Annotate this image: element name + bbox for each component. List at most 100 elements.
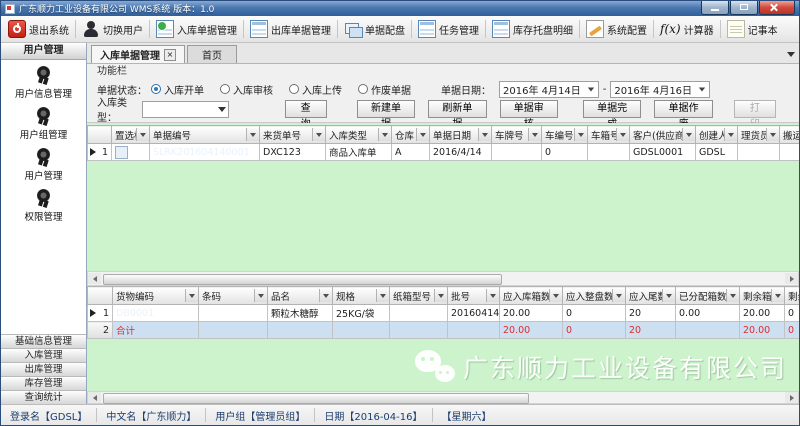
cell-container-no[interactable] xyxy=(588,144,630,161)
cell-porter[interactable] xyxy=(780,144,800,161)
cell-carton-model[interactable] xyxy=(390,305,448,322)
filter-dropdown-icon[interactable] xyxy=(486,289,499,302)
cell-boxes-in[interactable]: 20.00 xyxy=(500,305,563,322)
filter-dropdown-icon[interactable] xyxy=(771,289,784,302)
system-config-button[interactable]: 系统配置 xyxy=(581,17,652,41)
inventory-pallet-detail-button[interactable]: 库存托盘明细 xyxy=(487,17,578,41)
checkbox-icon[interactable] xyxy=(115,146,128,159)
col-remain-boxes[interactable]: 剩余箱数 xyxy=(740,287,785,305)
col-goods-code[interactable]: 货物编码 xyxy=(113,287,199,305)
col-doc-date[interactable]: 单据日期 xyxy=(430,126,492,144)
scroll-right-icon[interactable] xyxy=(785,273,798,284)
col-barcode[interactable]: 条码 xyxy=(199,287,268,305)
scroll-right-icon[interactable] xyxy=(785,392,798,403)
cell-remain-pallets[interactable]: 0 xyxy=(785,305,800,322)
col-remain-pallets[interactable]: 剩余整盘数 xyxy=(785,287,800,305)
tab-home[interactable]: 首页 xyxy=(187,45,237,63)
sidebar-section-inbound[interactable]: 入库管理 xyxy=(1,348,86,362)
col-tallyman[interactable]: 理货员 xyxy=(738,126,780,144)
cell-remain-boxes[interactable]: 20.00 xyxy=(740,305,785,322)
radio-inbound-create[interactable]: 入库开单 xyxy=(151,82,204,97)
minimize-button[interactable] xyxy=(701,1,729,15)
scrollbar-thumb[interactable] xyxy=(103,393,529,404)
cell-total-full-pallets[interactable]: 0 xyxy=(563,322,626,339)
sidebar-item-user-admin[interactable]: 用户管理 xyxy=(1,148,86,182)
col-batch-no[interactable]: 批号 xyxy=(448,287,500,305)
col-container-no[interactable]: 车箱号 xyxy=(588,126,630,144)
cell-barcode[interactable] xyxy=(199,305,268,322)
calculator-button[interactable]: f(x) 计算器 xyxy=(655,17,719,41)
col-product-name[interactable]: 品名 xyxy=(268,287,333,305)
complete-doc-button[interactable]: 单据完成 xyxy=(583,100,641,118)
filter-dropdown-icon[interactable] xyxy=(376,289,389,302)
doc-allocation-button[interactable]: 单据配盘 xyxy=(339,17,410,41)
cell-plate-no[interactable] xyxy=(492,144,542,161)
filter-dropdown-icon[interactable] xyxy=(312,128,325,141)
filter-dropdown-icon[interactable] xyxy=(434,289,447,302)
col-creator[interactable]: 创建人 xyxy=(696,126,738,144)
col-full-pallets[interactable]: 应入整盘数 xyxy=(563,287,626,305)
filter-dropdown-icon[interactable] xyxy=(478,128,491,141)
exit-system-button[interactable]: 退出系统 xyxy=(3,17,74,41)
radio-inbound-review[interactable]: 入库审核 xyxy=(220,82,273,97)
cell-creator[interactable]: GDSL xyxy=(696,144,738,161)
cell-product-name[interactable]: 颗粒木糖醇 xyxy=(268,305,333,322)
filter-dropdown-icon[interactable] xyxy=(724,128,737,141)
cell-doc-no[interactable]: SLRK201604140001 xyxy=(150,144,260,161)
cell-goods-code[interactable]: DB0001 xyxy=(113,305,199,322)
cell-inbound-type[interactable]: 商品入库单 xyxy=(326,144,392,161)
col-porter[interactable]: 搬运工 xyxy=(780,126,800,144)
row-header[interactable]: 2 xyxy=(88,322,113,339)
cell-customer[interactable]: GDSL0001 xyxy=(630,144,696,161)
review-doc-button[interactable]: 单据审核 xyxy=(500,100,558,118)
date-from-picker[interactable]: 2016年 4月14日 xyxy=(499,81,599,98)
col-vehicle-no[interactable]: 车编号 xyxy=(542,126,588,144)
notepad-button[interactable]: 记事本 xyxy=(722,17,783,41)
tab-list-dropdown[interactable] xyxy=(787,49,795,60)
refresh-doc-button[interactable]: 刷新单据 xyxy=(428,100,486,118)
filter-dropdown-icon[interactable] xyxy=(528,128,541,141)
scrollbar-thumb[interactable] xyxy=(103,274,502,285)
col-doc-no[interactable]: 单据编号 xyxy=(150,126,260,144)
date-to-picker[interactable]: 2016年 4月16日 xyxy=(610,81,710,98)
cell-tallyman[interactable] xyxy=(738,144,780,161)
filter-dropdown-icon[interactable] xyxy=(254,289,267,302)
cell-total-label[interactable]: 合计 xyxy=(113,322,199,339)
outbound-doc-management-button[interactable]: 出库单据管理 xyxy=(245,17,336,41)
cell-doc-date[interactable]: 2016/4/14 xyxy=(430,144,492,161)
col-tail-qty[interactable]: 应入尾数 xyxy=(626,287,676,305)
sidebar-item-user-group[interactable]: 用户组管理 xyxy=(1,107,86,141)
sidebar-item-user-info[interactable]: 用户信息管理 xyxy=(1,66,86,100)
filter-dropdown-icon[interactable] xyxy=(185,289,198,302)
sidebar-section-inventory[interactable]: 库存管理 xyxy=(1,376,86,390)
row-header[interactable]: 1 xyxy=(88,305,113,322)
items-grid-hscrollbar[interactable] xyxy=(87,391,799,404)
col-plate-no[interactable]: 车牌号 xyxy=(492,126,542,144)
col-spec[interactable]: 规格 xyxy=(333,287,390,305)
filter-dropdown-icon[interactable] xyxy=(246,128,259,141)
col-carton-model[interactable]: 纸箱型号 xyxy=(390,287,448,305)
tab-inbound-doc-management[interactable]: 入库单据管理 × xyxy=(91,45,185,63)
filter-dropdown-icon[interactable] xyxy=(662,289,675,302)
col-arrival-no[interactable]: 来货单号 xyxy=(260,126,326,144)
col-boxes-in[interactable]: 应入库箱数 xyxy=(500,287,563,305)
radio-voided-doc[interactable]: 作废单据 xyxy=(358,82,411,97)
filter-dropdown-icon[interactable] xyxy=(612,289,625,302)
col-inbound-type[interactable]: 入库类型 xyxy=(326,126,392,144)
cell-full-pallets[interactable]: 0 xyxy=(563,305,626,322)
col-allocated[interactable]: 已分配箱数 xyxy=(676,287,740,305)
row-header[interactable]: 1 xyxy=(88,144,112,161)
filter-dropdown-icon[interactable] xyxy=(549,289,562,302)
filter-dropdown-icon[interactable] xyxy=(378,128,391,141)
sidebar-item-permissions[interactable]: 权限管理 xyxy=(1,189,86,223)
col-warehouse[interactable]: 仓库 xyxy=(392,126,430,144)
filter-dropdown-icon[interactable] xyxy=(616,128,629,141)
orders-grid-hscrollbar[interactable] xyxy=(87,271,799,286)
tab-close-icon[interactable]: × xyxy=(164,49,176,61)
filter-dropdown-icon[interactable] xyxy=(682,128,695,141)
close-button[interactable] xyxy=(759,1,795,15)
inbound-type-select[interactable] xyxy=(142,101,229,118)
sidebar-section-outbound[interactable]: 出库管理 xyxy=(1,362,86,376)
cell-warehouse[interactable]: A xyxy=(392,144,430,161)
cell-total-boxes-in[interactable]: 20.00 xyxy=(500,322,563,339)
